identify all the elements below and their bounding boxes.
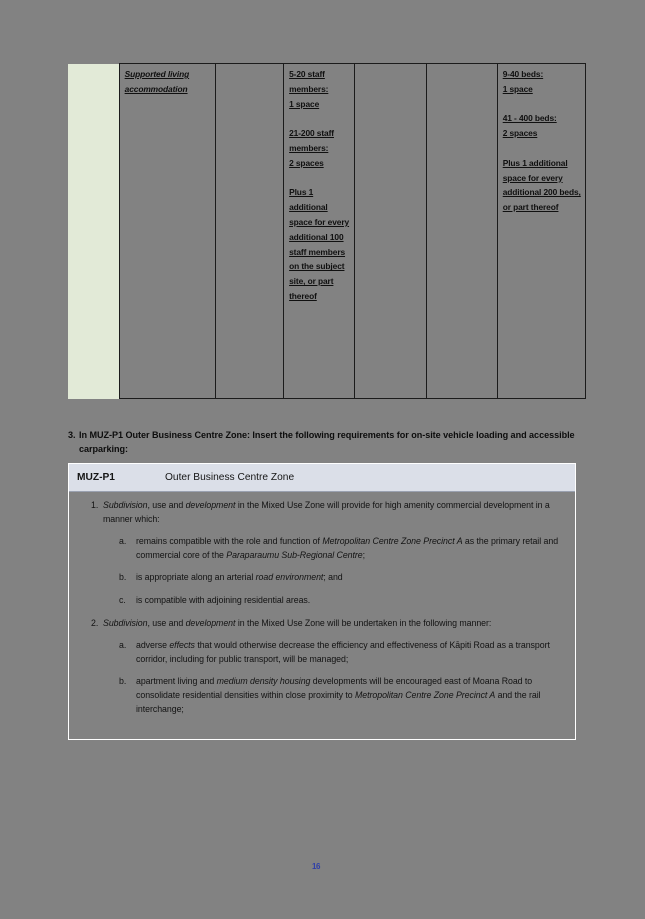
policy-item-1: 1. Subdivision, use and development in t… bbox=[77, 499, 567, 608]
beds-gap-2 bbox=[503, 141, 581, 156]
policy-item-1-content: Subdivision, use and development in the … bbox=[103, 499, 567, 608]
policy-item-1a-plain-1: remains compatible with the role and fun… bbox=[136, 536, 323, 547]
policy-item-1a-content: remains compatible with the role and fun… bbox=[136, 535, 567, 562]
table-row: Supported living accommodation 5-20 staf… bbox=[68, 63, 587, 399]
policy-item-1-mid-1: , use and bbox=[147, 500, 186, 510]
blank-cell-2 bbox=[354, 63, 427, 399]
policy-item-2a-marker: a. bbox=[119, 640, 127, 651]
instruction-paragraph: 3. In MUZ-P1 Outer Business Centre Zone: … bbox=[68, 428, 580, 456]
policy-item-1a: a. remains compatible with the role and … bbox=[103, 535, 567, 562]
policy-item-1b-marker: b. bbox=[119, 572, 127, 583]
policy-item-1-subitems: a. remains compatible with the role and … bbox=[103, 535, 567, 607]
beds-line-1: 9-40 beds: bbox=[502, 69, 544, 79]
staff-line-5: 2 spaces bbox=[289, 157, 324, 168]
policy-item-2-marker: 2. bbox=[91, 617, 99, 628]
policy-item-2-content: Subdivision, use and development in the … bbox=[103, 617, 567, 717]
policy-item-2b-italic-1: medium density housing bbox=[216, 676, 311, 687]
shaded-spacer-cell bbox=[68, 63, 120, 399]
policy-item-2-rest: in the Mixed Use Zone will be undertaken… bbox=[235, 617, 492, 628]
page-number: 16 bbox=[312, 862, 320, 871]
policy-item-2-italic-2: development bbox=[185, 617, 236, 628]
policy-item-1b-italic-1: road environment bbox=[255, 572, 324, 583]
policy-body: 1. Subdivision, use and development in t… bbox=[69, 492, 575, 739]
policy-item-1a-italic-1: Metropolitan Centre Zone Precinct A bbox=[322, 536, 463, 547]
staff-line-1: 5-20 staff members: bbox=[289, 69, 329, 94]
activity-cell: Supported living accommodation bbox=[118, 63, 216, 399]
policy-item-1c: c. is compatible with adjoining resident… bbox=[103, 594, 567, 608]
staff-line-2: 1 space bbox=[289, 98, 320, 109]
beds-line-5: 2 spaces bbox=[502, 128, 538, 139]
policy-item-1-italic-2: development bbox=[185, 500, 236, 510]
staff-gap-2 bbox=[289, 171, 350, 186]
policy-item-2: 2. Subdivision, use and development in t… bbox=[77, 617, 567, 717]
policy-item-1b: b. is appropriate along an arterial road… bbox=[103, 571, 567, 585]
activity-label: Supported living accommodation bbox=[124, 69, 190, 94]
beds-line-2: 1 space bbox=[502, 83, 533, 94]
policy-item-2a-plain-2: that would otherwise decrease the effici… bbox=[136, 640, 550, 664]
policy-item-2b-italic-2: Metropolitan Centre Zone Precinct A bbox=[355, 689, 496, 700]
policy-header-row: MUZ-P1 Outer Business Centre Zone bbox=[69, 464, 575, 492]
policy-item-2-mid-1: , use and bbox=[147, 617, 186, 628]
policy-item-2a-content: adverse effects that would otherwise dec… bbox=[136, 639, 567, 666]
policy-title: Outer Business Centre Zone bbox=[165, 472, 295, 483]
beds-line-4: 41 - 400 beds: bbox=[502, 113, 557, 124]
instruction-text: In MUZ-P1 Outer Business Centre Zone: In… bbox=[79, 430, 575, 455]
staff-gap-1 bbox=[289, 111, 350, 126]
staff-requirement-cell: 5-20 staff members: 1 space 21-200 staff… bbox=[283, 63, 356, 399]
policy-item-1b-plain-2: ; and bbox=[323, 572, 343, 583]
policy-item-1a-marker: a. bbox=[119, 536, 127, 547]
policy-item-1b-plain-1: is appropriate along an arterial bbox=[136, 572, 256, 583]
blank-cell-3 bbox=[425, 63, 498, 399]
parking-rates-table: Supported living accommodation 5-20 staf… bbox=[68, 63, 587, 399]
policy-item-1-italic-1: Subdivision bbox=[103, 500, 148, 510]
policy-table: MUZ-P1 Outer Business Centre Zone 1. Sub… bbox=[68, 463, 576, 741]
beds-requirement-cell: 9-40 beds: 1 space 41 - 400 beds: 2 spac… bbox=[496, 63, 587, 399]
policy-item-1a-plain-3: ; bbox=[362, 549, 366, 560]
policy-item-1c-content: is compatible with adjoining residential… bbox=[136, 594, 567, 608]
policy-item-1-marker: 1. bbox=[91, 500, 99, 510]
policy-item-2-subitems: a. adverse effects that would otherwise … bbox=[103, 639, 567, 716]
blank-cell-1 bbox=[214, 63, 285, 399]
policy-item-2a: a. adverse effects that would otherwise … bbox=[103, 639, 567, 666]
beds-gap-1 bbox=[503, 97, 581, 112]
policy-item-1a-italic-2: Paraparaumu Sub-Regional Centre bbox=[226, 549, 363, 560]
staff-line-7: Plus 1 additional space for every additi… bbox=[289, 187, 350, 301]
policy-item-2a-italic-1: effects bbox=[169, 640, 195, 651]
policy-item-1c-marker: c. bbox=[119, 594, 126, 605]
instruction-number: 3. bbox=[68, 430, 76, 440]
policy-item-1c-plain-1: is compatible with adjoining residential… bbox=[136, 594, 311, 605]
policy-item-2b: b. apartment living and medium density h… bbox=[103, 675, 567, 716]
document-page: Supported living accommodation 5-20 staf… bbox=[0, 0, 645, 919]
policy-code: MUZ-P1 bbox=[77, 472, 115, 483]
beds-line-7: Plus 1 additional space for every additi… bbox=[502, 157, 581, 213]
policy-item-2a-plain-1: adverse bbox=[136, 640, 170, 651]
policy-item-1b-content: is appropriate along an arterial road en… bbox=[136, 571, 567, 585]
policy-item-2b-content: apartment living and medium density hous… bbox=[136, 675, 567, 716]
policy-item-2b-marker: b. bbox=[119, 676, 127, 687]
staff-line-4: 21-200 staff members: bbox=[289, 128, 334, 153]
policy-item-2b-plain-1: apartment living and bbox=[136, 676, 217, 687]
policy-item-2-italic-1: Subdivision bbox=[103, 617, 148, 628]
